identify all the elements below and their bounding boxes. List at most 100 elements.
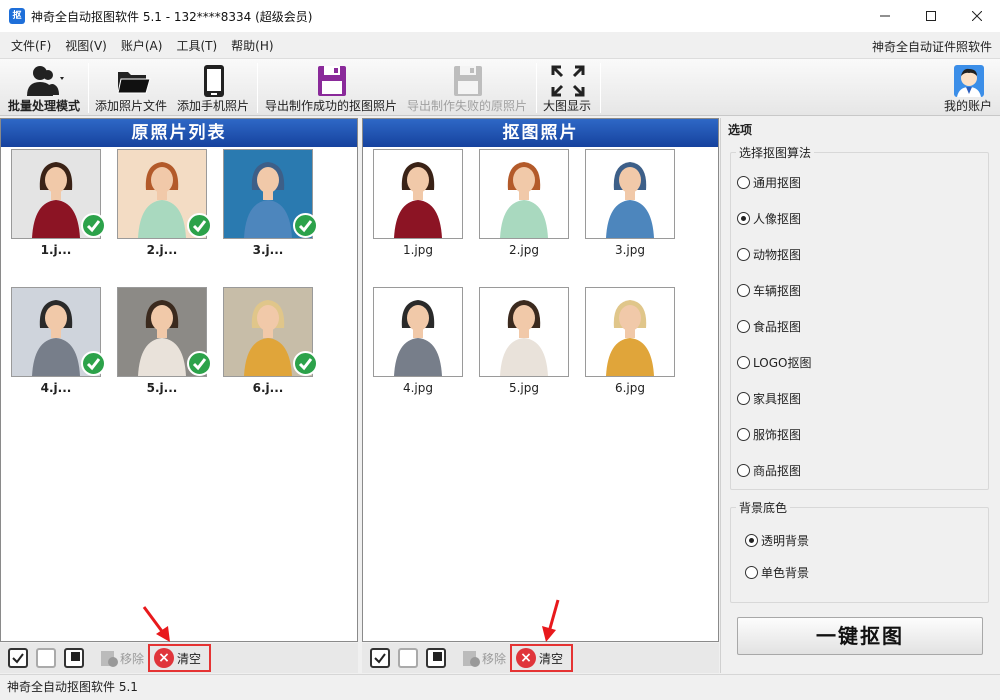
original-photo-filename: 3.j...	[252, 243, 284, 257]
maximize-button[interactable]	[908, 0, 954, 32]
background-group-label: 背景底色	[736, 499, 791, 516]
cutout-photo-filename: 1.jpg	[402, 243, 434, 257]
algorithm-option[interactable]: 食品抠图	[737, 318, 801, 335]
select-all-button[interactable]	[8, 648, 28, 668]
phone-icon	[204, 65, 224, 97]
cutout-photo-filename: 5.jpg	[508, 381, 540, 395]
invert-selection-icon	[433, 652, 442, 661]
invert-selection-button[interactable]	[426, 648, 446, 668]
remove-button[interactable]: 移除	[460, 647, 506, 669]
save-icon	[318, 66, 346, 96]
menu-account[interactable]: 账户(A)	[114, 37, 170, 54]
toolbar-separator	[600, 63, 601, 113]
radio-icon	[737, 464, 750, 477]
radio-icon	[737, 176, 750, 189]
algorithm-option[interactable]: LOGO抠图	[737, 354, 811, 371]
photo-image	[480, 150, 568, 238]
add-photo-file-button[interactable]: 添加照片文件	[94, 59, 172, 117]
cutout-photo-thumbnail[interactable]	[373, 287, 463, 377]
batch-mode-button[interactable]: 批量处理模式	[0, 59, 88, 117]
add-photo-file-label: 添加照片文件	[95, 99, 168, 113]
radio-icon	[737, 284, 750, 297]
remove-button[interactable]: 移除	[98, 647, 144, 669]
success-check-icon	[293, 213, 318, 238]
cutout-photo-filename: 6.jpg	[614, 381, 646, 395]
minimize-icon	[880, 15, 890, 17]
background-group: 背景底色	[730, 499, 989, 603]
cutout-photo-filename: 2.jpg	[508, 243, 540, 257]
algorithm-option-label: 人像抠图	[753, 212, 802, 226]
menu-view[interactable]: 视图(V)	[58, 37, 114, 54]
minimize-button[interactable]	[862, 0, 908, 32]
success-check-icon	[187, 213, 212, 238]
radio-icon	[737, 320, 750, 333]
background-option-label: 透明背景	[761, 534, 810, 548]
background-option[interactable]: 透明背景	[745, 532, 809, 549]
select-none-button[interactable]	[36, 648, 56, 668]
my-account-button[interactable]: 我的账户	[940, 59, 998, 117]
close-button[interactable]	[954, 0, 1000, 32]
cutout-photo-thumbnail[interactable]	[479, 287, 569, 377]
photo-image	[586, 288, 674, 376]
invert-selection-button[interactable]	[64, 648, 84, 668]
select-all-button[interactable]	[370, 648, 390, 668]
toolbar-separator	[257, 63, 258, 113]
export-success-label: 导出制作成功的抠图照片	[265, 99, 398, 113]
algorithm-option-label: 通用抠图	[753, 176, 802, 190]
expand-icon	[551, 65, 585, 97]
success-check-icon	[81, 213, 106, 238]
clear-icon: ×	[154, 648, 175, 668]
algorithm-option[interactable]: 人像抠图	[737, 210, 801, 227]
maximize-icon	[926, 11, 936, 21]
algorithm-option[interactable]: 通用抠图	[737, 174, 801, 191]
menu-help[interactable]: 帮助(H)	[224, 37, 280, 54]
cutout-photo-thumbnail[interactable]	[585, 287, 675, 377]
remove-label: 移除	[120, 651, 145, 666]
one-click-cutout-button[interactable]: 一键抠图	[737, 617, 983, 655]
background-option[interactable]: 单色背景	[745, 564, 809, 581]
large-view-button[interactable]: 大图显示	[540, 59, 596, 117]
avatar-icon	[954, 65, 984, 97]
export-success-button[interactable]: 导出制作成功的抠图照片	[264, 59, 400, 117]
large-view-label: 大图显示	[543, 99, 592, 113]
algorithm-option-label: 家具抠图	[753, 392, 802, 406]
algorithm-group-label: 选择抠图算法	[736, 144, 815, 161]
check-all-icon	[12, 653, 24, 664]
radio-icon	[745, 534, 758, 547]
clear-icon: ×	[516, 648, 537, 668]
save-disabled-icon	[454, 66, 482, 96]
cutout-photo-thumbnail[interactable]	[373, 149, 463, 239]
radio-icon	[737, 248, 750, 261]
menu-tools[interactable]: 工具(T)	[169, 37, 224, 54]
radio-icon	[737, 212, 750, 225]
algorithm-option[interactable]: 家具抠图	[737, 390, 801, 407]
clear-button[interactable]: × 清空	[148, 644, 212, 672]
menu-file[interactable]: 文件(F)	[4, 37, 58, 54]
success-check-icon	[293, 351, 318, 376]
cutout-photos-panel: 抠图照片 1.jpg 2.jpg 3.jpg 4.jpg 5.jpg 6.jpg	[362, 118, 719, 642]
add-phone-photo-button[interactable]: 添加手机照片	[176, 59, 252, 117]
id-photo-software-link[interactable]: 神奇全自动证件照软件	[872, 38, 992, 55]
photo-image	[480, 288, 568, 376]
remove-label: 移除	[482, 651, 507, 666]
clear-button[interactable]: × 清空	[510, 644, 574, 672]
radio-icon	[745, 566, 758, 579]
algorithm-option[interactable]: 动物抠图	[737, 246, 801, 263]
original-photo-filename: 4.j...	[40, 381, 72, 395]
users-icon	[27, 66, 64, 96]
export-failed-button[interactable]: 导出制作失败的原照片	[406, 59, 530, 117]
window-controls	[862, 0, 1000, 32]
algorithm-option[interactable]: 商品抠图	[737, 462, 801, 479]
clear-label: 清空	[539, 651, 564, 666]
algorithm-option[interactable]: 车辆抠图	[737, 282, 801, 299]
original-photo-filename: 1.j...	[40, 243, 72, 257]
toolbar: 批量处理模式 添加照片文件 添加手机照片 导出制作成功的抠图照片 导出制作失败的…	[0, 58, 1000, 116]
title-bar: 抠 神奇全自动抠图软件 5.1 - 132****8334 (超级会员)	[0, 0, 1000, 32]
algorithm-option[interactable]: 服饰抠图	[737, 426, 801, 443]
algorithm-option-label: 商品抠图	[753, 464, 802, 478]
toolbar-separator	[536, 63, 537, 113]
select-none-button[interactable]	[398, 648, 418, 668]
cutout-photo-thumbnail[interactable]	[585, 149, 675, 239]
annotation-arrow-icon	[542, 599, 560, 642]
cutout-photo-thumbnail[interactable]	[479, 149, 569, 239]
